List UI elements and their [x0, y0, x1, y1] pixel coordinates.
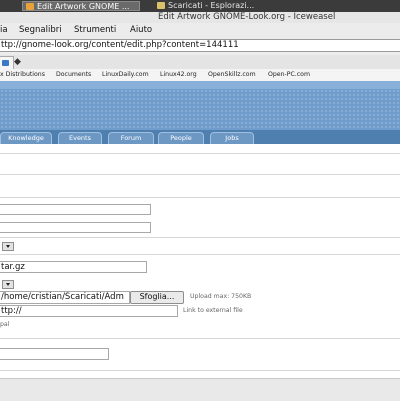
taskbar: Edit Artwork GNOME ... Scaricati - Esplo…	[0, 0, 400, 12]
upload-path-field[interactable]: /home/cristian/Scaricati/Adm	[0, 291, 130, 304]
nav-tab-jobs[interactable]: Jobs	[210, 132, 254, 144]
url-input[interactable]: ttp://gnome-look.org/content/edit.php?co…	[0, 39, 400, 52]
bookmark-linuxdaily[interactable]: LinuxDaily.com	[102, 69, 149, 81]
tab-strip: ◆	[0, 55, 400, 70]
taskbar-task-edit-artwork[interactable]: Edit Artwork GNOME ...	[22, 1, 140, 11]
license-select-arrow[interactable]	[2, 280, 14, 289]
bookmarks-toolbar: x Distributions Documents LinuxDaily.com…	[0, 69, 400, 81]
page-footer-strip	[0, 378, 400, 401]
name-field[interactable]	[0, 204, 151, 215]
favicon-icon	[2, 60, 9, 66]
bookmark-distributions[interactable]: x Distributions	[0, 69, 45, 81]
browser-tab[interactable]	[0, 56, 14, 69]
window-title: Edit Artwork GNOME-Look.org - Iceweasel	[158, 12, 336, 22]
category-select-arrow[interactable]	[2, 242, 14, 251]
menubar: ia Segnalibri Strumenti Aiuto	[0, 23, 400, 37]
nav-tab-knowledge[interactable]: Knowledge	[0, 132, 52, 144]
window-titlebar: Edit Artwork GNOME-Look.org - Iceweasel	[0, 12, 400, 23]
filename-field[interactable]: tar.gz	[0, 261, 147, 273]
description-field[interactable]	[0, 222, 151, 233]
divider	[0, 197, 400, 198]
taskbar-task-label: Scaricati - Esplorazi...	[168, 1, 255, 10]
menu-item-aiuto[interactable]: Aiuto	[130, 23, 152, 37]
navigation-toolbar: ttp://gnome-look.org/content/edit.php?co…	[0, 37, 400, 56]
bookmark-documents[interactable]: Documents	[56, 69, 91, 81]
divider	[0, 254, 400, 255]
external-link-hint: Link to external file	[183, 307, 243, 314]
tab-scroll-icon[interactable]: ◆	[14, 56, 21, 68]
menu-item-strumenti[interactable]: Strumenti	[74, 23, 116, 37]
divider	[0, 153, 400, 154]
bottom-field[interactable]	[0, 348, 109, 360]
taskbar-task-label: Edit Artwork GNOME ...	[37, 2, 130, 11]
folder-icon	[157, 2, 165, 9]
divider	[0, 174, 400, 175]
nav-tab-people[interactable]: People	[158, 132, 204, 144]
bookmark-linux42[interactable]: Linux42.org	[160, 69, 197, 81]
divider	[0, 370, 400, 371]
pal-label: pal	[0, 321, 10, 328]
external-link-field[interactable]: ttp://	[0, 305, 178, 317]
nav-tab-events[interactable]: Events	[58, 132, 102, 144]
divider	[0, 237, 400, 238]
iceweasel-icon	[26, 3, 34, 10]
menu-item-partial[interactable]: ia	[0, 23, 8, 37]
divider	[0, 338, 400, 339]
nav-tab-forum[interactable]: Forum	[108, 132, 154, 144]
browse-button[interactable]: Sfoglia...	[130, 291, 184, 304]
site-nav: Knowledge Events Forum People Jobs	[0, 130, 400, 144]
upload-hint: Upload max: 750KB	[190, 293, 252, 300]
bookmark-openskillz[interactable]: OpenSkillz.com	[208, 69, 256, 81]
site-header-top-strip	[0, 81, 400, 89]
taskbar-task-scaricati[interactable]: Scaricati - Esplorazi...	[154, 1, 288, 11]
bookmark-open-pc[interactable]: Open-PC.com	[268, 69, 310, 81]
menu-item-segnalibri[interactable]: Segnalibri	[19, 23, 62, 37]
